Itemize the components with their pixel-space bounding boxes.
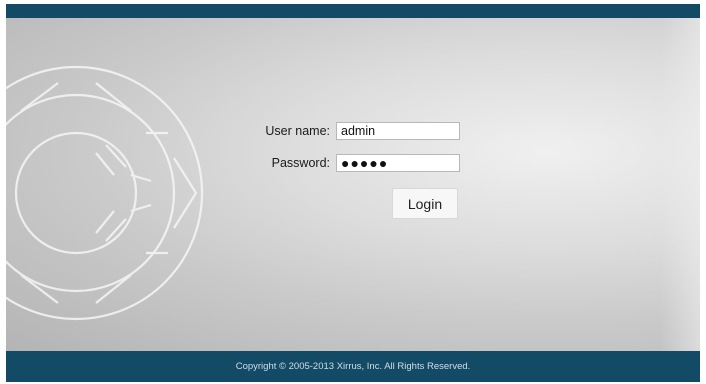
password-label: Password: <box>271 156 330 170</box>
password-input[interactable] <box>336 154 460 172</box>
top-header-bar <box>6 4 700 18</box>
login-panel: User name: Password: Login <box>6 18 700 351</box>
login-button[interactable]: Login <box>392 188 458 219</box>
footer-bar: Copyright © 2005-2013 Xirrus, Inc. All R… <box>6 351 700 382</box>
copyright-text: Copyright © 2005-2013 Xirrus, Inc. All R… <box>235 361 471 372</box>
login-form: User name: Password: Login <box>6 18 700 351</box>
username-input[interactable] <box>336 122 460 140</box>
username-label: User name: <box>265 124 330 138</box>
